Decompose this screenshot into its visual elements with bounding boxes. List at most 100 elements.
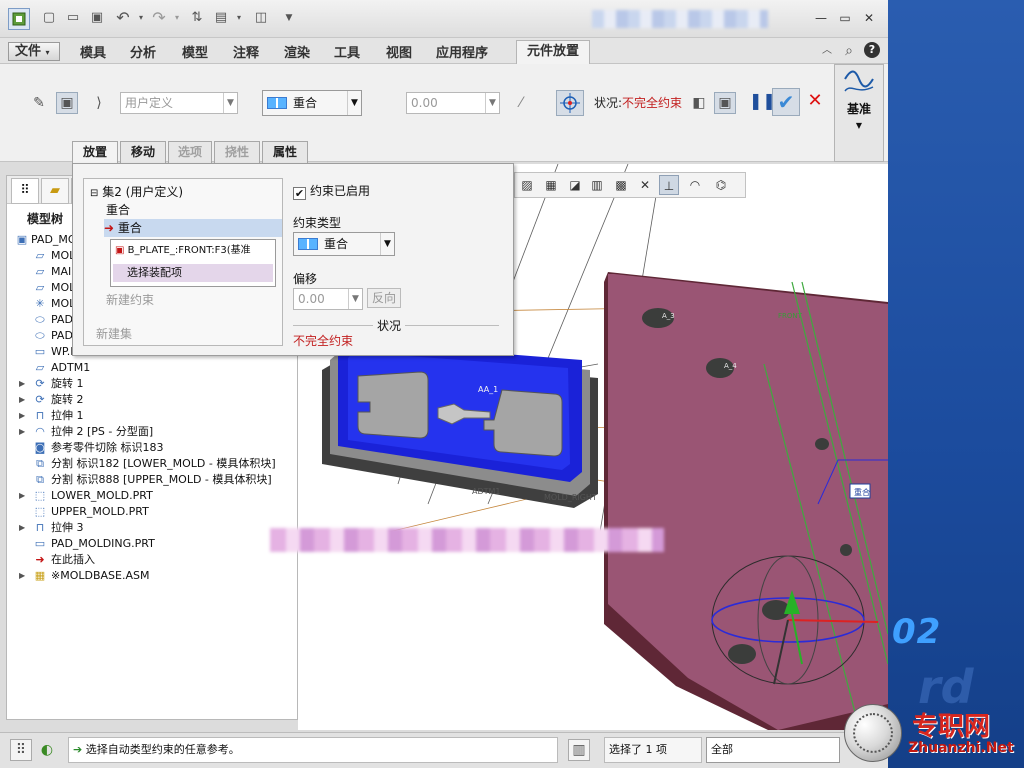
regenerate-icon[interactable]: ⇅ — [188, 9, 206, 27]
redo-dropdown-icon[interactable]: ▾ — [168, 9, 186, 27]
tab-component-placement[interactable]: 元件放置 — [516, 40, 590, 64]
cancel-button[interactable]: ✕ — [804, 90, 826, 112]
tree-item[interactable]: ▶ ⊓ 拉伸 1 — [7, 408, 297, 424]
expand-icon[interactable]: ▶ — [19, 568, 29, 584]
minimize-button[interactable]: — — [812, 10, 830, 26]
tree-item[interactable]: ⬚ UPPER_MOLD.PRT — [7, 504, 297, 520]
tree-item[interactable]: ▱ ADTM1 — [7, 360, 297, 376]
constraint-type-combo[interactable]: 重合 ▼ — [262, 90, 362, 116]
constraint-item[interactable]: 重合 — [106, 201, 130, 218]
help-icon[interactable]: ? — [864, 42, 880, 58]
constraint-enabled-row[interactable]: ✔ 约束已启用 — [293, 182, 370, 200]
folder-browser-tab-icon[interactable]: ▰ — [41, 178, 69, 204]
app-logo-icon[interactable] — [8, 8, 30, 30]
save-icon[interactable]: ▣ — [88, 9, 106, 27]
tree-item[interactable]: ▶ ⊓ 拉伸 3 — [7, 520, 297, 536]
annotation-display-icon[interactable]: ⌬ — [711, 175, 731, 195]
constraint-type-select[interactable]: 重合 ▼ — [293, 232, 395, 256]
windows-icon[interactable]: ▤ — [212, 9, 230, 27]
new-constraint-link[interactable]: 新建约束 — [106, 291, 154, 308]
tab-tools[interactable]: 工具 — [334, 42, 360, 62]
tab-placement[interactable]: 放置 — [72, 141, 118, 165]
saved-views-icon[interactable]: ▩ — [611, 175, 631, 195]
tree-item[interactable]: ⧉ 分割 标识888 [UPPER_MOLD - 模具体积块] — [7, 472, 297, 488]
tab-options[interactable]: 选项 — [168, 141, 212, 163]
constraint-enabled-checkbox[interactable]: ✔ — [293, 187, 306, 200]
constraint-item-selected[interactable]: ➜ 重合 — [104, 219, 282, 237]
expand-icon[interactable]: ▶ — [19, 408, 29, 424]
undo-dropdown-icon[interactable]: ▾ — [132, 9, 150, 27]
tree-item[interactable]: ⧉ 分割 标识182 [LOWER_MOLD - 模具体积块] — [7, 456, 297, 472]
flip-button[interactable]: 反向 — [367, 288, 401, 308]
reorient-icon[interactable]: ◪ — [565, 175, 585, 195]
pause-button[interactable]: ❚❚ — [748, 90, 776, 112]
refit-icon[interactable]: ▨ — [517, 175, 537, 195]
expand-icon[interactable]: ▶ — [19, 376, 29, 392]
file-menu[interactable]: 文件 ▾ — [8, 42, 60, 61]
search-icon[interactable]: ⌕ — [840, 42, 858, 60]
customize-toolbar-icon[interactable]: ▼ — [280, 9, 298, 27]
move-component-icon[interactable] — [556, 90, 584, 116]
flip-icon[interactable]: ⁄ — [510, 92, 532, 114]
placement-status: 状况:不完全约束 — [594, 96, 683, 110]
offset-combo[interactable]: 0.00 ▼ — [406, 92, 500, 114]
reference-item[interactable]: ▣ B_PLATE_:FRONT:F3(基准 — [115, 242, 271, 260]
expand-icon[interactable]: ▶ — [19, 424, 29, 440]
tree-item[interactable]: ▶ ⬚ LOWER_MOLD.PRT — [7, 488, 297, 504]
close-button[interactable]: ✕ — [860, 10, 878, 26]
selection-buffer-icon[interactable]: ▥ — [568, 739, 590, 761]
connection-icon[interactable]: ⟩ — [88, 92, 110, 114]
datum-display-icon[interactable]: ✕ — [635, 175, 655, 195]
tab-annotate[interactable]: 注释 — [233, 42, 259, 62]
tree-item[interactable]: ◙ 参考零件切除 标识183 — [7, 440, 297, 456]
tab-applications[interactable]: 应用程序 — [436, 42, 488, 62]
tab-model[interactable]: 模型 — [182, 42, 208, 62]
browser-toggle-icon[interactable]: ◐ — [36, 739, 58, 761]
plane-display-icon[interactable]: ⊥ — [659, 175, 679, 195]
new-icon[interactable]: ▢ — [40, 9, 58, 27]
open-icon[interactable]: ▭ — [64, 9, 82, 27]
new-set-link[interactable]: 新建集 — [96, 325, 132, 342]
maximize-button[interactable]: ▭ — [836, 10, 854, 26]
tree-item[interactable]: ▶ ◠ 拉伸 2 [PS - 分型面] — [7, 424, 297, 440]
display-style-icon[interactable]: ▥ — [587, 175, 607, 195]
navigator-toggle-icon[interactable]: ⠿ — [10, 739, 32, 761]
zoom-icon[interactable]: ▦ — [541, 175, 561, 195]
close-window-icon[interactable]: ◫ — [252, 9, 270, 27]
tree-item[interactable]: ▶ ⟳ 旋转 1 — [7, 376, 297, 392]
tree-item[interactable]: ▶ ⟳ 旋转 2 — [7, 392, 297, 408]
select-assembly-item[interactable]: 选择装配项 — [113, 264, 273, 282]
tab-render[interactable]: 渲染 — [284, 42, 310, 62]
spin-center-icon[interactable]: ◠ — [685, 175, 705, 195]
tab-properties[interactable]: 属性 — [262, 141, 308, 163]
windows-dropdown-icon[interactable]: ▾ — [230, 9, 248, 27]
tree-item[interactable]: ➜ 在此插入 — [7, 552, 297, 568]
component-window-icon[interactable]: ▣ — [714, 92, 736, 114]
offset-select[interactable]: 0.00 ▼ — [293, 288, 363, 310]
current-arrow-icon: ➜ — [104, 221, 115, 235]
accept-button[interactable]: ✔ — [772, 88, 800, 116]
window-display-icon[interactable]: ◧ — [688, 92, 710, 114]
model-tree-tab-icon[interactable]: ⠿ — [11, 178, 39, 204]
tree-item[interactable]: ▶ ▦ ※MOLDBASE.ASM — [7, 568, 297, 584]
selection-filter[interactable]: 全部 — [706, 737, 840, 763]
expand-icon[interactable]: ▶ — [19, 488, 29, 504]
tab-view[interactable]: 视图 — [386, 42, 412, 62]
expand-icon[interactable]: ▶ — [19, 392, 29, 408]
tab-move[interactable]: 移动 — [120, 141, 166, 163]
lower-mold-base: AA_1 ADTM1 MOLD_RIGHT — [322, 342, 598, 508]
tree-item[interactable]: ▭ PAD_MOLDING.PRT — [7, 536, 297, 552]
datum-button[interactable]: 基准 ▼ — [834, 64, 884, 162]
redo-icon[interactable]: ↷ — [150, 9, 168, 27]
undo-icon[interactable]: ↶ — [114, 9, 132, 27]
user-defined-combo[interactable]: 用户定义 ▼ — [120, 92, 238, 114]
tab-mold[interactable]: 模具 — [80, 42, 106, 62]
asm-icon: ▦ — [34, 569, 46, 582]
separate-window-icon[interactable]: ▣ — [56, 92, 78, 114]
set-item[interactable]: ⊟ 集2 (用户定义) — [90, 183, 183, 200]
tab-flexibility[interactable]: 挠性 — [214, 141, 260, 163]
minimize-ribbon-icon[interactable]: ︿ — [818, 42, 836, 60]
expand-icon[interactable]: ▶ — [19, 520, 29, 536]
edit-icon[interactable]: ✎ — [28, 92, 50, 114]
tab-analysis[interactable]: 分析 — [130, 42, 156, 62]
